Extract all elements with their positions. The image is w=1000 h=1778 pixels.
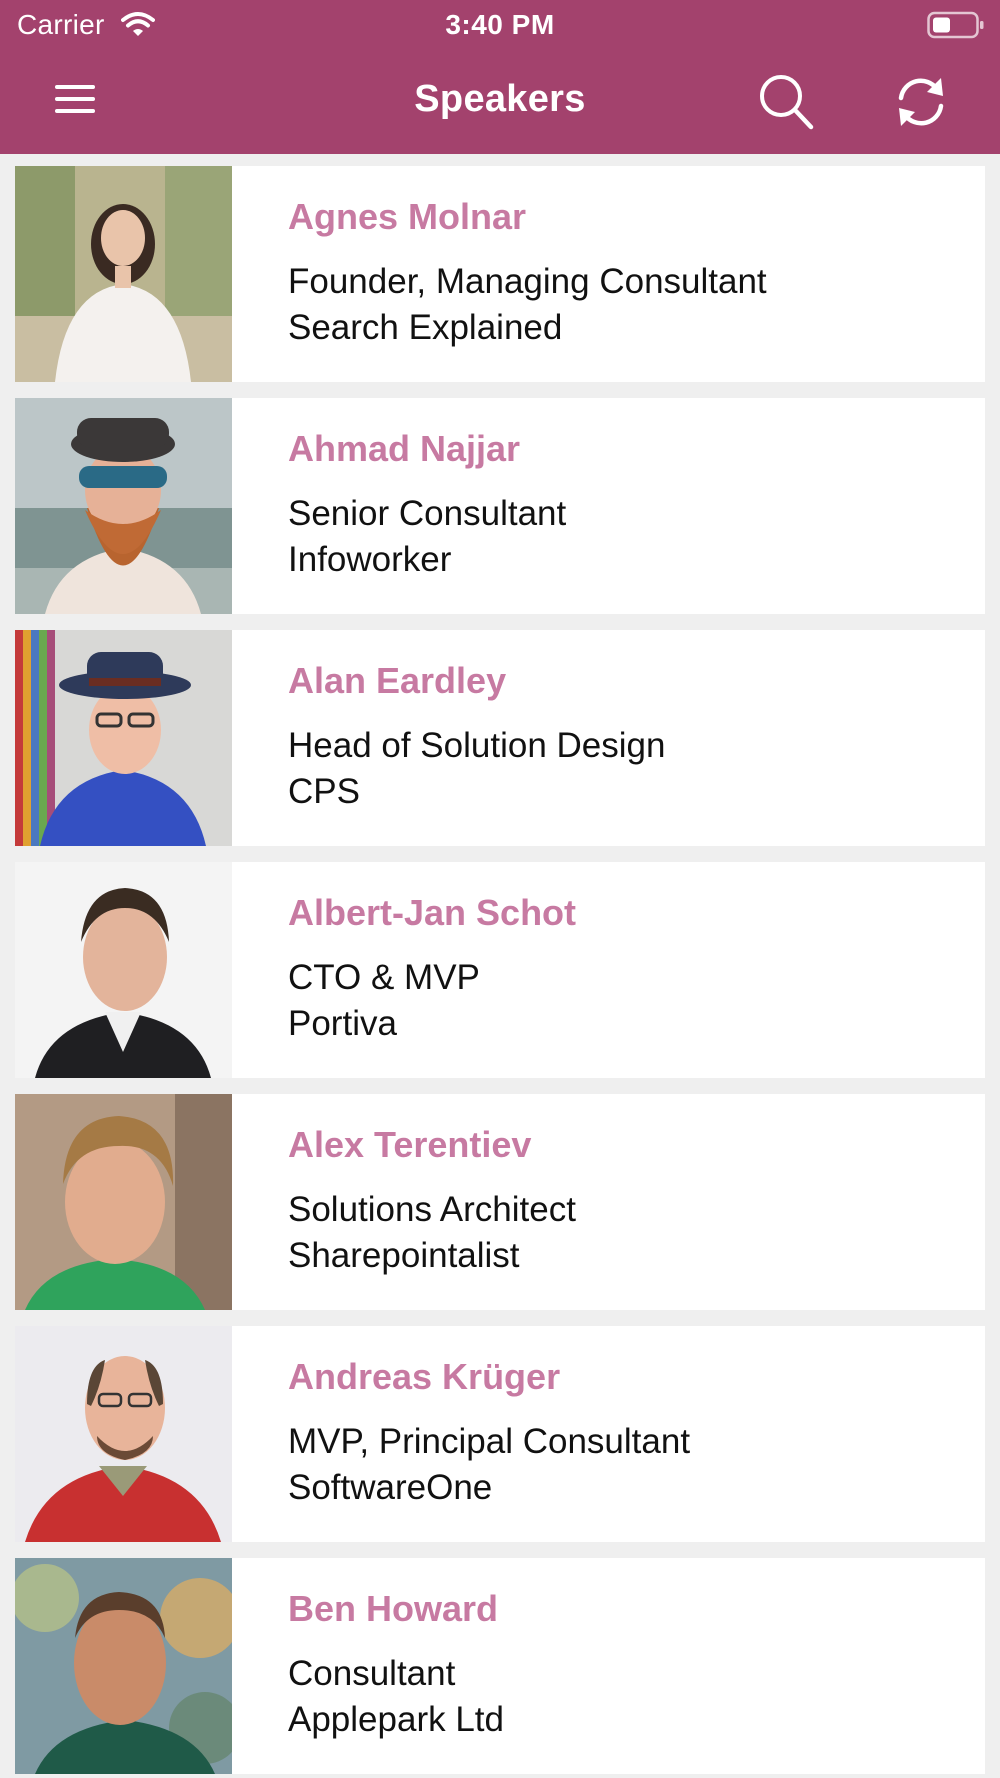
speaker-card[interactable]: Andreas Krüger MVP, Principal Consultant… [15,1326,985,1542]
speaker-company: Sharepointalist [288,1236,520,1275]
speaker-company: SoftwareOne [288,1468,493,1507]
speaker-role: Consultant [288,1654,456,1693]
speaker-role: Head of Solution Design [288,726,666,765]
speaker-name: Albert-Jan Schot [288,892,577,933]
speaker-name: Ben Howard [288,1588,499,1629]
app-screen: Carrier 3:40 PM Speakers Agnes Molnar Fo… [0,0,1000,1778]
speaker-photo [15,1326,232,1542]
speaker-role: MVP, Principal Consultant [288,1422,691,1461]
speaker-company: Search Explained [288,308,563,347]
speaker-photo [15,166,232,382]
status-time: 3:40 PM [445,9,555,40]
speaker-photo [15,398,232,614]
speaker-role: CTO & MVP [288,958,480,997]
speaker-name: Andreas Krüger [288,1356,561,1397]
speaker-name: Alan Eardley [288,660,507,701]
refresh-icon [892,78,950,134]
speakers-list: Agnes Molnar Founder, Managing Consultan… [15,166,985,1778]
speaker-company: Portiva [288,1004,397,1043]
status-bar: Carrier 3:40 PM [0,0,1000,50]
refresh-button[interactable] [892,74,950,130]
speaker-role: Senior Consultant [288,494,567,533]
search-button[interactable] [757,72,817,132]
speaker-role: Founder, Managing Consultant [288,262,767,301]
speaker-company: Applepark Ltd [288,1700,504,1739]
battery-icon [927,11,985,39]
speaker-card[interactable]: Albert-Jan Schot CTO & MVP Portiva [15,862,985,1078]
speaker-role: Solutions Architect [288,1190,576,1229]
navigation-bar: Carrier 3:40 PM Speakers [0,0,1000,154]
speaker-photo [15,1558,232,1774]
speaker-name: Alex Terentiev [288,1124,532,1165]
speaker-name: Ahmad Najjar [288,428,521,469]
speaker-name: Agnes Molnar [288,196,527,237]
speaker-card[interactable]: Alex Terentiev Solutions Architect Share… [15,1094,985,1310]
speaker-company: CPS [288,772,360,811]
speaker-photo [15,1094,232,1310]
page-title: Speakers [414,78,586,120]
speaker-photo [15,862,232,1078]
speaker-photo [15,630,232,846]
search-icon [757,75,817,136]
speaker-card[interactable]: Alan Eardley Head of Solution Design CPS [15,630,985,846]
speaker-card[interactable]: Agnes Molnar Founder, Managing Consultan… [15,166,985,382]
speaker-card[interactable]: Ben Howard Consultant Applepark Ltd [15,1558,985,1774]
speaker-company: Infoworker [288,540,452,579]
speaker-card[interactable]: Ahmad Najjar Senior Consultant Infoworke… [15,398,985,614]
